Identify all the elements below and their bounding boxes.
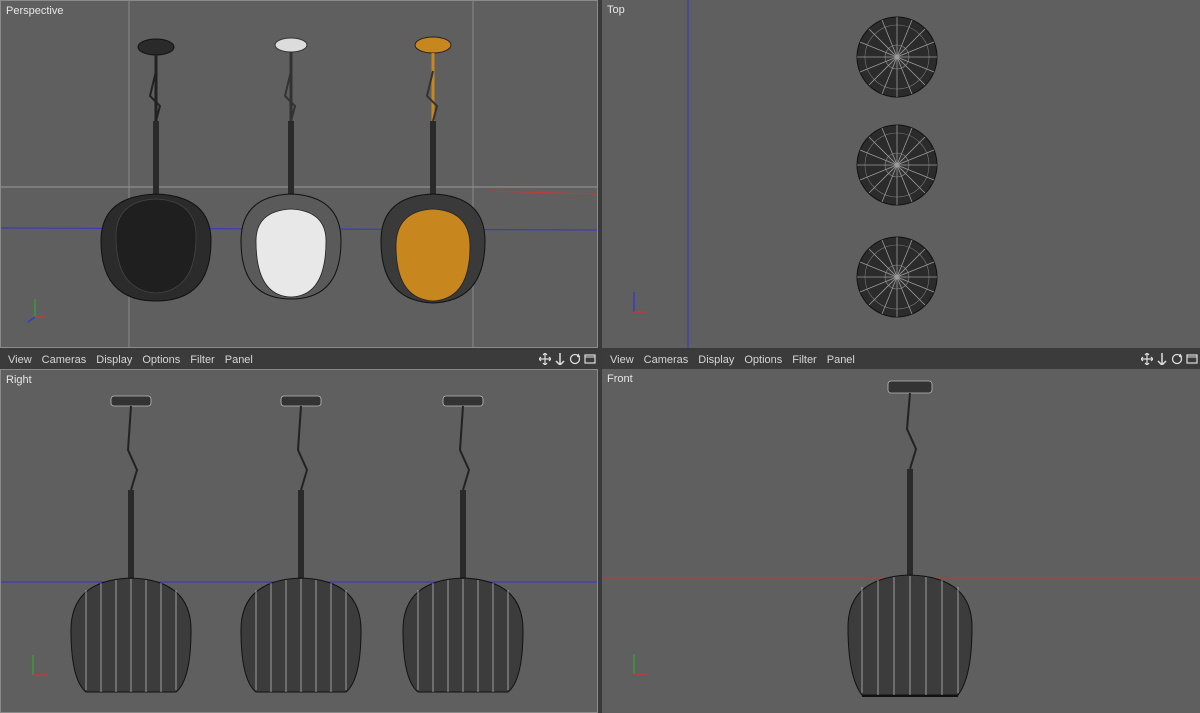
lamp-top-2	[856, 124, 938, 206]
rotate-view-icon[interactable]	[568, 352, 581, 366]
viewport-label-perspective: Perspective	[6, 5, 64, 17]
lamp-top-1	[856, 16, 938, 98]
viewport-label-front: Front	[607, 373, 633, 385]
viewport-perspective[interactable]: Perspective	[0, 0, 598, 348]
lamp-black	[100, 38, 212, 302]
menu-options[interactable]: Options	[142, 354, 180, 366]
viewport-front[interactable]: Front	[602, 369, 1200, 713]
menu-display[interactable]: Display	[698, 354, 734, 366]
axis-gizmo	[633, 654, 648, 675]
lamp-front	[847, 380, 973, 697]
menu-display[interactable]: Display	[96, 354, 132, 366]
lamp-right-3	[402, 395, 524, 693]
viewport-menubar-bottom-right: View Cameras Display Options Filter Pane…	[602, 350, 1200, 369]
menu-options[interactable]: Options	[744, 354, 782, 366]
top-scene	[633, 0, 938, 348]
viewport-menubar-bottom-left: View Cameras Display Options Filter Pane…	[0, 350, 598, 369]
rotate-view-icon[interactable]	[1170, 352, 1183, 366]
lamp-top-3	[856, 236, 938, 318]
right-scene	[1, 395, 597, 693]
viewport-right[interactable]: Right	[0, 369, 598, 713]
maximize-view-icon[interactable]	[583, 352, 596, 366]
menu-cameras[interactable]: Cameras	[644, 354, 689, 366]
menu-view[interactable]: View	[8, 354, 32, 366]
menu-panel[interactable]: Panel	[827, 354, 855, 366]
lamp-white	[240, 37, 342, 300]
axis-gizmo	[633, 292, 646, 313]
lamp-right-2	[240, 395, 362, 693]
menu-panel[interactable]: Panel	[225, 354, 253, 366]
viewport-label-right: Right	[6, 374, 32, 386]
perspective-scene	[1, 1, 597, 347]
lamp-right-1	[70, 395, 192, 693]
menu-cameras[interactable]: Cameras	[42, 354, 87, 366]
move-view-icon[interactable]	[538, 352, 551, 366]
lamp-orange	[380, 36, 486, 304]
menu-view[interactable]: View	[610, 354, 634, 366]
maximize-view-icon[interactable]	[1185, 352, 1198, 366]
menu-filter[interactable]: Filter	[190, 354, 214, 366]
viewport-label-top: Top	[607, 4, 625, 16]
menu-filter[interactable]: Filter	[792, 354, 816, 366]
axis-gizmo	[32, 655, 47, 676]
dolly-view-icon[interactable]	[553, 352, 566, 366]
viewport-top[interactable]: Top	[602, 0, 1200, 348]
x-axis-line	[486, 190, 597, 195]
move-view-icon[interactable]	[1140, 352, 1153, 366]
front-scene	[602, 380, 1200, 697]
dolly-view-icon[interactable]	[1155, 352, 1168, 366]
axis-gizmo	[27, 299, 45, 323]
